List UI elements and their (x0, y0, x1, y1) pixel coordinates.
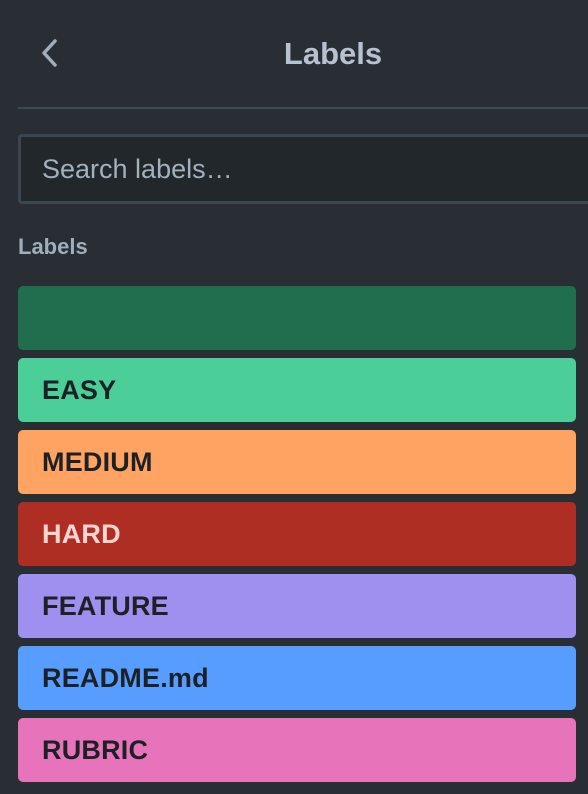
label-item[interactable]: RUBRIC (18, 718, 576, 782)
label-item[interactable]: HARD (18, 502, 576, 566)
label-item[interactable]: EASY (18, 358, 576, 422)
search-labels-input[interactable] (21, 137, 588, 201)
popover-title: Labels (283, 36, 383, 71)
label-item[interactable] (18, 286, 576, 350)
search-box (18, 134, 588, 204)
header-divider (18, 107, 588, 109)
label-item[interactable]: README.md (18, 646, 576, 710)
popover-header: Labels (0, 0, 588, 108)
labels-popover: Labels Labels EASY MEDIUM HARD FEATURE R… (0, 0, 588, 794)
label-list: EASY MEDIUM HARD FEATURE README.md RUBRI… (18, 286, 576, 790)
label-item[interactable]: FEATURE (18, 574, 576, 638)
section-title: Labels (18, 234, 88, 259)
label-item[interactable]: MEDIUM (18, 430, 576, 494)
